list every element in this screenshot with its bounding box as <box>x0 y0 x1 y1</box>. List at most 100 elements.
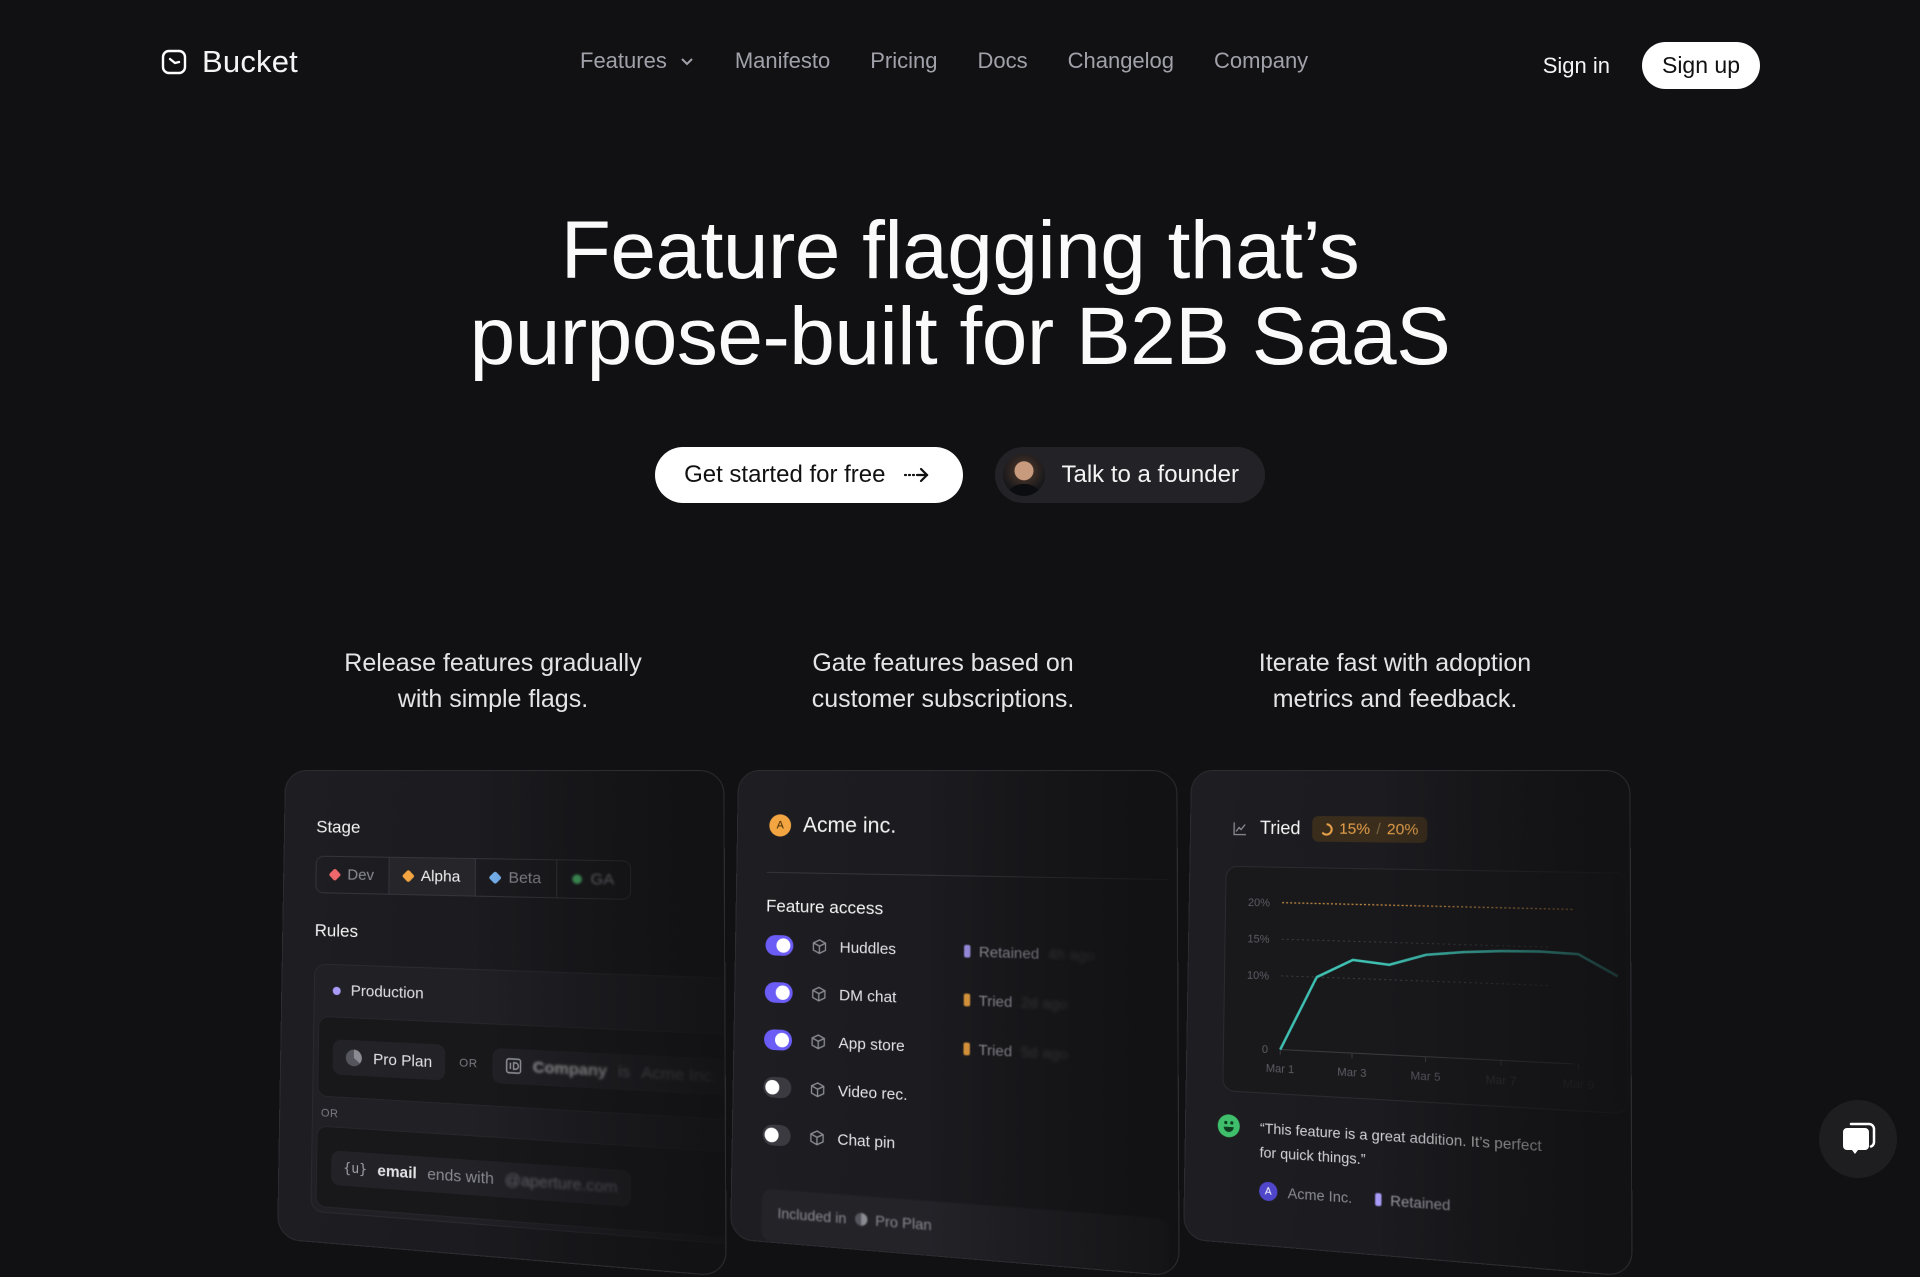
rules-label: Rules <box>315 921 359 943</box>
nav-link-changelog[interactable]: Changelog <box>1068 48 1174 74</box>
stage-label-text: Dev <box>347 866 374 884</box>
nav-link-company[interactable]: Company <box>1214 48 1308 74</box>
included-label: Included in <box>777 1204 846 1226</box>
rule-attribute: email <box>377 1161 417 1182</box>
feature-status: Tried 2d ago <box>964 991 1068 1012</box>
get-started-button[interactable]: Get started for free <box>655 447 963 503</box>
talk-to-founder-button[interactable]: Talk to a founder <box>995 447 1264 503</box>
x-axis <box>1280 1050 1573 1064</box>
included-in-plan: Included in Pro Plan <box>761 1189 1169 1275</box>
feature-access-list: Huddles Retained 4h ago DM chat Tried 2d… <box>762 933 1095 1169</box>
user-attribute-icon: {u} <box>343 1160 367 1177</box>
brand-logo[interactable]: Bucket <box>160 44 298 80</box>
company-attr: Company <box>533 1058 607 1080</box>
company-value: Acme Inc. <box>641 1063 716 1085</box>
feedback-quote: “This feature is a great addition. It’s … <box>1259 1116 1547 1184</box>
gridline <box>1281 976 1550 986</box>
pie-plan-icon <box>345 1048 363 1068</box>
talk-to-founder-label: Talk to a founder <box>1061 461 1238 489</box>
stage-beta[interactable]: Beta <box>476 859 557 897</box>
included-plan: Pro Plan <box>875 1212 932 1234</box>
rule-group-2[interactable]: {u} email ends with @aperture.com <box>316 1125 727 1241</box>
nav-link-docs[interactable]: Docs <box>977 48 1027 74</box>
happy-face-icon <box>1218 1114 1240 1138</box>
plan-chip[interactable]: Pro Plan <box>333 1039 445 1080</box>
feature-toggle[interactable] <box>765 935 793 956</box>
bucket-logo-icon <box>160 48 188 76</box>
stage-ga[interactable]: GA <box>557 860 629 899</box>
rule-operator: ends with <box>427 1165 494 1188</box>
caption-line: customer subscriptions. <box>812 685 1075 713</box>
hero-cta-row: Get started for free Talk to a founder <box>0 447 1920 503</box>
metric-progress-badge: 15% / 20% <box>1312 816 1426 843</box>
hero-title-line-1: Feature flagging that’s <box>0 208 1920 294</box>
company-chip[interactable]: Company is Acme Inc. <box>492 1047 726 1095</box>
caption-line: with simple flags. <box>398 685 588 713</box>
x-tick-label: Mar 5 <box>1410 1070 1440 1085</box>
nav-links: Features Manifesto Pricing Docs Changelo… <box>580 48 1308 74</box>
feature-status: Retained 4h ago <box>964 943 1095 964</box>
nav-link-manifesto[interactable]: Manifesto <box>735 48 830 74</box>
sign-in-link[interactable]: Sign in <box>1543 53 1610 79</box>
feedback-company: Acme Inc. <box>1288 1184 1353 1206</box>
line-chart-icon <box>1232 820 1248 836</box>
access-preview-card: A Acme inc. Feature access Huddles Retai… <box>730 770 1180 1277</box>
status-label: Tried <box>979 992 1013 1010</box>
target-line <box>1282 903 1572 910</box>
feedback-status: Retained <box>1375 1191 1450 1214</box>
nav-link-features[interactable]: Features <box>580 48 695 74</box>
adoption-chart: 010%15%20%Mar 1Mar 3Mar 5Mar 7Mar 9 <box>1222 866 1628 1114</box>
y-tick-label: 10% <box>1247 969 1270 982</box>
nav-link-label: Features <box>580 48 667 74</box>
rules-panel: Production Pro Plan OR Company is Acme I… <box>310 963 726 1247</box>
feedback-meta: A Acme Inc. Retained <box>1259 1181 1547 1222</box>
status-time: 2d ago <box>1021 994 1068 1013</box>
header-divider <box>767 872 1168 880</box>
feature-row-huddles: Huddles Retained 4h ago <box>765 933 1095 968</box>
caption-line: Gate features based on <box>812 649 1073 677</box>
feedback-status-label: Retained <box>1390 1192 1450 1214</box>
metrics-preview-card: Tried 15% / 20% 010%15%20%Mar 1Mar 3Mar … <box>1183 770 1633 1277</box>
hero-title: Feature flagging that’s purpose-built fo… <box>0 208 1920 380</box>
feature-name: Video rec. <box>838 1082 963 1107</box>
stage-label-text: Alpha <box>421 868 461 886</box>
company-avatar: A <box>1259 1181 1278 1201</box>
organization-header: A Acme inc. <box>769 813 896 839</box>
feature-access-label: Feature access <box>766 896 883 919</box>
feature-row-video-rec: Video rec. <box>763 1074 1095 1118</box>
cube-icon <box>809 1081 825 1099</box>
org-name: Acme inc. <box>803 813 897 838</box>
gridline <box>1282 939 1551 947</box>
stage-alpha[interactable]: Alpha <box>389 858 476 896</box>
chat-bubbles-icon <box>1837 1118 1879 1160</box>
flags-preview-card: Stage Dev Alpha Beta GA Rules Production… <box>277 770 727 1277</box>
nav-link-pricing[interactable]: Pricing <box>870 48 937 74</box>
feature-toggle[interactable] <box>765 982 793 1004</box>
stage-dev[interactable]: Dev <box>316 857 389 894</box>
rule-group-1[interactable]: Pro Plan OR Company is Acme Inc. <box>317 1016 726 1122</box>
stage-beta-diamond-icon <box>489 871 502 884</box>
group-or-separator: OR <box>321 1107 339 1121</box>
stage-ga-dot-icon <box>572 874 582 884</box>
get-started-label: Get started for free <box>684 461 885 489</box>
feature-name: Huddles <box>840 938 965 960</box>
feature-name: App store <box>838 1034 963 1058</box>
feature-caption-gating: Gate features based on customer subscrip… <box>763 645 1123 717</box>
hero-title-line-2: purpose-built for B2B SaaS <box>0 294 1920 380</box>
feature-row-chat-pin: Chat pin <box>762 1122 1095 1169</box>
chat-launcher-button[interactable] <box>1819 1100 1897 1178</box>
feature-caption-metrics: Iterate fast with adoption metrics and f… <box>1215 645 1575 717</box>
feature-toggle[interactable] <box>763 1076 791 1098</box>
caption-line: Iterate fast with adoption <box>1259 649 1531 677</box>
email-rule-chip[interactable]: {u} email ends with @aperture.com <box>331 1150 631 1206</box>
cube-icon <box>810 1033 826 1050</box>
or-separator: OR <box>459 1057 477 1071</box>
environment-dot-icon <box>333 986 341 995</box>
x-tick-label: Mar 3 <box>1337 1066 1366 1080</box>
feature-toggle[interactable] <box>764 1029 792 1051</box>
auth-actions: Sign in Sign up <box>1543 42 1760 89</box>
x-tick-label: Mar 9 <box>1563 1077 1595 1092</box>
sign-up-button[interactable]: Sign up <box>1642 42 1760 89</box>
feature-toggle[interactable] <box>762 1124 790 1147</box>
cube-icon <box>809 1129 825 1147</box>
